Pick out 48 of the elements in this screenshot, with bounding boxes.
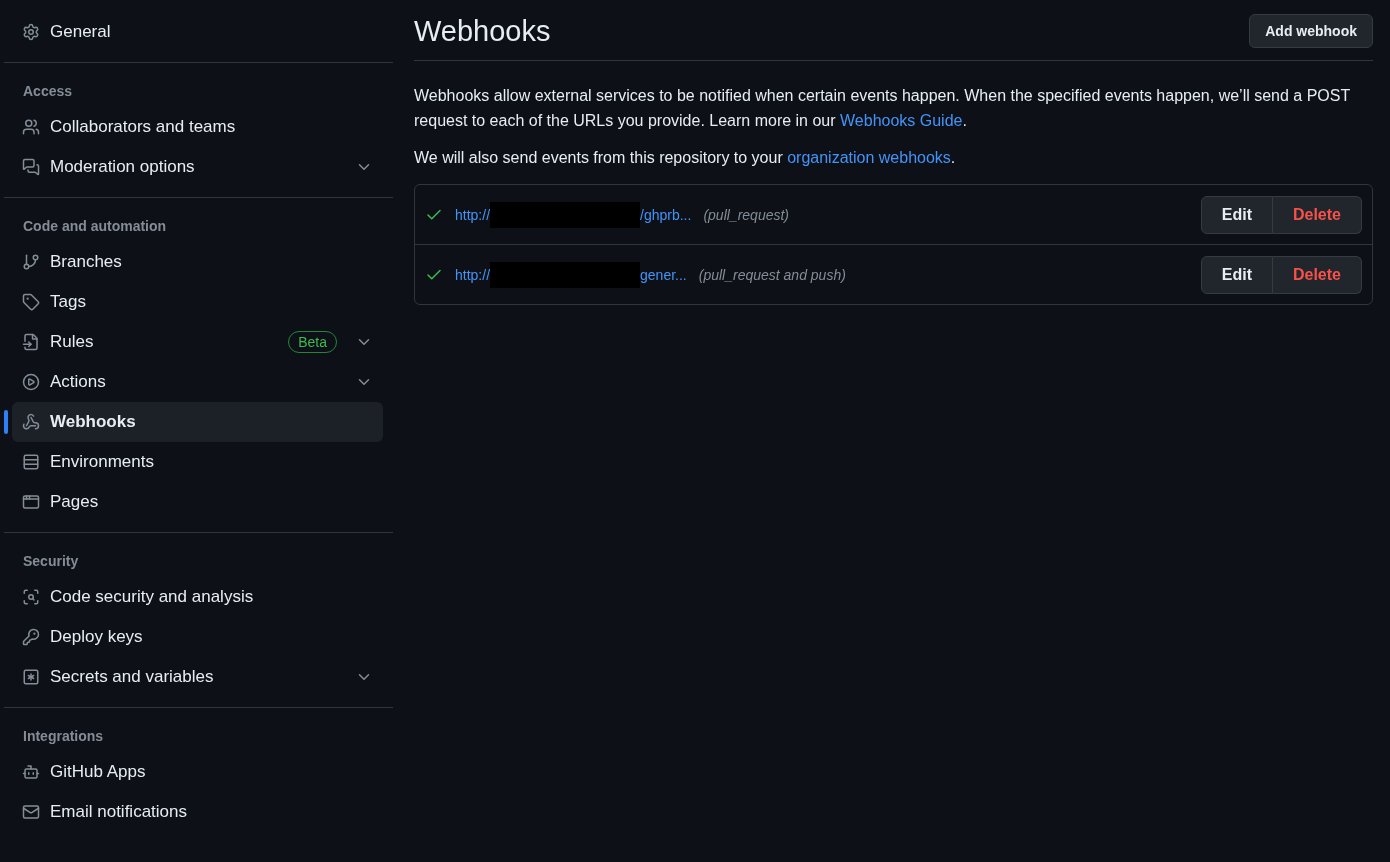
webhook-events: (pull_request) (703, 206, 790, 223)
sidebar-item[interactable]: Webhooks (12, 402, 383, 442)
webhook-url-link[interactable]: http:// gener... (455, 261, 687, 288)
webhook-url-link[interactable]: http:// /ghprb... (455, 201, 692, 228)
window-icon (22, 493, 40, 511)
edit-button[interactable]: Edit (1200, 255, 1273, 294)
settings-icon (22, 23, 40, 41)
section-heading: Access (22, 82, 74, 101)
sidebar-item[interactable]: Code security and analysis (12, 577, 383, 617)
code-scan-icon (22, 588, 40, 606)
key-icon (22, 628, 40, 646)
robot-icon (22, 763, 40, 781)
page-title: Webhooks (414, 14, 551, 48)
sidebar-item[interactable]: Environments (12, 442, 383, 482)
tag-icon (22, 293, 40, 311)
note-paragraph: We will also send events from this repository to your organization webhooks. (414, 148, 957, 168)
webhook-events: (pull_request and push) (698, 266, 847, 283)
section-heading: Integrations (22, 727, 105, 746)
people-icon (22, 118, 40, 136)
play-icon (22, 373, 40, 391)
file-arrow-icon (22, 333, 40, 351)
sidebar-item[interactable]: Actions (12, 362, 383, 402)
sidebar-item[interactable]: Pages (12, 482, 383, 522)
sidebar-item[interactable]: Secrets and variables (12, 657, 383, 697)
asterisk-icon (22, 668, 40, 686)
add-webhook-button[interactable]: Add webhook (1249, 14, 1373, 48)
sidebar-item[interactable]: Tags (12, 282, 383, 322)
sidebar-item[interactable]: Moderation options (12, 147, 383, 187)
comments-icon (22, 158, 40, 176)
section-heading: Code and automation (22, 217, 168, 236)
sidebar-item[interactable]: Email notifications (12, 792, 383, 832)
sidebar-item[interactable]: Branches (12, 242, 383, 282)
sidebar-item[interactable]: GitHub Apps (12, 752, 383, 792)
organization-link[interactable]: organization webhooks (787, 149, 951, 166)
sidebar-item[interactable]: Deploy keys (12, 617, 383, 657)
branch-icon (22, 253, 40, 271)
mail-icon (22, 803, 40, 821)
description-paragraph: Webhooks allow external services to be notified when certain events happen. When the specified events happen, we’ll send a POST request to each of the URLs you provide. Learn more in our Webhooks Guide. (414, 86, 1351, 131)
sidebar-item[interactable]: Collaborators and teams (12, 107, 383, 147)
rows-icon (22, 453, 40, 471)
delete-button[interactable]: Delete (1272, 255, 1362, 294)
section-heading: Security (22, 552, 80, 571)
sidebar-item[interactable]: Rules Beta (12, 322, 383, 362)
delete-button[interactable]: Delete (1272, 195, 1362, 234)
edit-button[interactable]: Edit (1200, 195, 1273, 234)
guide-link[interactable]: Webhooks Guide (840, 112, 963, 129)
webhook-icon (22, 413, 40, 431)
sidebar-item[interactable]: General (12, 12, 383, 52)
